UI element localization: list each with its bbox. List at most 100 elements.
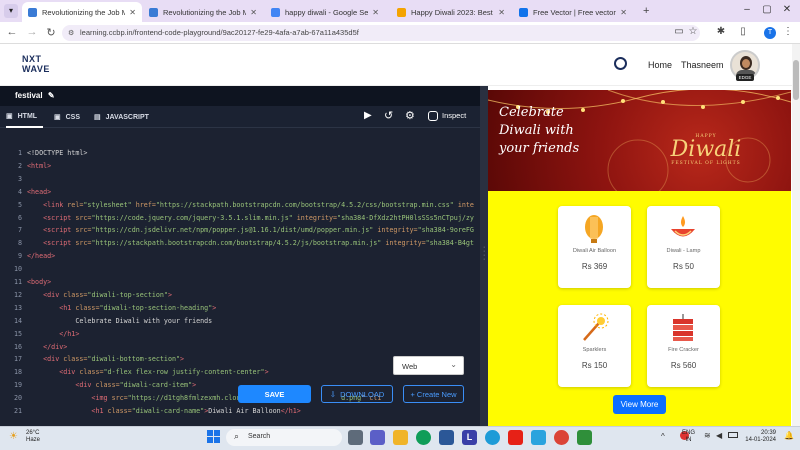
drag-handle-icon[interactable]: · · · · (483, 244, 485, 263)
code-token: "diwali-card-name" (131, 407, 205, 415)
code-token: </div> (43, 342, 68, 351)
browser-tab[interactable]: Revolutionizing the Job Market✕ (22, 2, 142, 22)
tray-chevron-icon[interactable]: ^ (661, 432, 665, 441)
code-line[interactable]: <div class="diwali-card-item"> (27, 381, 196, 389)
edge-icon[interactable] (416, 430, 431, 445)
clock[interactable]: 20:39 14-01-2024 (744, 430, 776, 444)
create-new-button[interactable]: + Create New (403, 385, 464, 403)
view-more-button[interactable]: View More (613, 395, 666, 414)
tab-css[interactable]: ▣ CSS (54, 106, 80, 128)
store-icon[interactable] (439, 430, 454, 445)
chrome-icon[interactable] (554, 430, 569, 445)
meet-icon[interactable] (370, 430, 385, 445)
code-line[interactable]: <link rel="stylesheet" href="https://sta… (27, 201, 474, 209)
card-price: Rs 369 (581, 262, 608, 271)
fire-cracker-icon (673, 314, 693, 341)
cast-icon[interactable]: ▭ (672, 26, 686, 37)
side-panel-icon[interactable]: ▯ (736, 26, 750, 37)
edit-pencil-icon[interactable]: ✎ (48, 91, 55, 100)
browser-tab[interactable]: Revolutionizing the Job Market✕ (143, 2, 263, 22)
tab-close-icon[interactable]: ✕ (129, 8, 136, 17)
card-name: Fire Cracker (668, 347, 699, 353)
inspect-checkbox[interactable] (428, 111, 438, 121)
code-token: class= (63, 290, 88, 299)
back-icon[interactable]: ← (5, 26, 19, 38)
telegram-icon[interactable] (531, 430, 546, 445)
browser-tab[interactable]: Free Vector | Free vector realistic ✕ (513, 2, 633, 22)
code-line[interactable]: <script src="https://code.jquery.com/jqu… (27, 214, 474, 222)
code-line[interactable]: <h1 class="diwali-card-name">Diwali Air … (27, 407, 300, 415)
settings-gear-icon[interactable]: ⚙ (405, 109, 415, 122)
browser-tab[interactable]: Happy Diwali 2023: Best Wishes ✕ (391, 2, 511, 22)
tab-close-icon[interactable]: ✕ (498, 8, 505, 17)
close-window-icon[interactable]: ✕ (776, 4, 798, 15)
language-indicator[interactable]: ENG IN (682, 430, 695, 444)
tab-search-icon[interactable]: ▾ (4, 4, 18, 18)
learning-app-icon[interactable]: L (462, 430, 477, 445)
page-scrollbar[interactable] (792, 44, 800, 426)
site-info-icon[interactable]: ⚙ (68, 29, 74, 37)
weather-temp: 26°C (26, 430, 40, 436)
extensions-icon[interactable]: ✱ (714, 26, 728, 37)
windows-start-icon[interactable] (207, 430, 221, 444)
tab-close-icon[interactable]: ✕ (620, 8, 627, 17)
app-icon[interactable] (485, 430, 500, 445)
profile-icon[interactable]: T (764, 27, 776, 39)
new-tab-button[interactable]: + (643, 5, 649, 17)
tab-javascript[interactable]: ▤ JAVASCRIPT (94, 106, 149, 128)
xbox-icon[interactable] (577, 430, 592, 445)
wifi-icon[interactable]: ≋ (704, 431, 711, 440)
mode-select[interactable]: Web ⌄ (393, 356, 464, 375)
code-line[interactable]: <!DOCTYPE html> (27, 149, 87, 157)
youtube-icon[interactable] (508, 430, 523, 445)
download-button[interactable]: ⇩ DOWNLOAD (321, 385, 393, 403)
weather-widget[interactable]: 26°C Haze (26, 430, 40, 444)
file-explorer-icon[interactable] (393, 430, 408, 445)
weather-icon[interactable]: ☀ (9, 431, 18, 442)
task-view-icon[interactable] (348, 430, 363, 445)
nxtwave-logo[interactable]: NXT WAVE (22, 54, 50, 74)
code-line[interactable]: <head> (27, 188, 51, 196)
code-line[interactable]: Celebrate Diwali with your friends (27, 317, 212, 325)
page-scrollbar-thumb[interactable] (793, 60, 799, 100)
bookmark-star-icon[interactable]: ☆ (686, 26, 700, 37)
diwali-card-item: Diwali Air Balloon Rs 369 (558, 206, 631, 288)
browser-tab[interactable]: happy diwali - Google Search✕ (265, 2, 385, 22)
code-line[interactable]: <div class="d-flex flex-row justify-cont… (27, 368, 268, 376)
code-line[interactable]: <script src="https://cdn.jsdelivr.net/np… (27, 226, 474, 234)
code-line[interactable]: <script src="https://stackpath.bootstrap… (27, 239, 474, 247)
tab-close-icon[interactable]: ✕ (372, 8, 379, 17)
url-field[interactable]: learning.ccbp.in/frontend-code-playgroun… (62, 25, 700, 41)
code-line[interactable]: <html> (27, 162, 51, 170)
tab-close-icon[interactable]: ✕ (250, 8, 257, 17)
code-line[interactable]: <h1 class="diwali-top-section-heading"> (27, 304, 216, 312)
home-link[interactable]: Home (648, 60, 672, 70)
streak-icon[interactable] (614, 57, 627, 70)
code-line[interactable]: </head> (27, 252, 55, 260)
run-icon[interactable]: ▶ (364, 110, 372, 121)
html-file-icon: ▣ (6, 113, 13, 120)
code-line[interactable]: </div> (27, 343, 67, 351)
battery-icon[interactable] (728, 432, 738, 438)
code-line[interactable]: <div class="diwali-bottom-section"> (27, 355, 184, 363)
volume-icon[interactable]: ◀ (716, 431, 722, 440)
code-line[interactable]: <div class="diwali-top-section"> (27, 291, 172, 299)
code-token: integrity= (385, 239, 426, 248)
file-name[interactable]: festival (15, 91, 43, 100)
reload-icon[interactable]: ↻ (44, 26, 58, 39)
notification-bell-icon[interactable]: 🔔 (784, 431, 794, 440)
save-button[interactable]: SAVE (238, 385, 311, 403)
code-line[interactable]: <body> (27, 278, 51, 286)
taskbar-search-box[interactable]: ⌕ Search (226, 429, 342, 446)
tab-html[interactable]: ▣ HTML (6, 106, 44, 128)
minimize-icon[interactable]: – (736, 4, 758, 15)
user-name[interactable]: Thasneem (681, 60, 724, 70)
reset-icon[interactable]: ↺ (384, 109, 393, 122)
browser-menu-icon[interactable]: ⋮ (781, 26, 795, 37)
inspect-label[interactable]: Inspect (442, 111, 466, 120)
forward-icon[interactable]: → (25, 26, 39, 38)
maximize-icon[interactable]: ▢ (756, 4, 778, 15)
code-line[interactable]: </h1> (27, 330, 79, 338)
code-editor[interactable]: 1 <!DOCTYPE html> 2 <html> 3 4 <head> 5 <link r… (0, 128, 480, 426)
